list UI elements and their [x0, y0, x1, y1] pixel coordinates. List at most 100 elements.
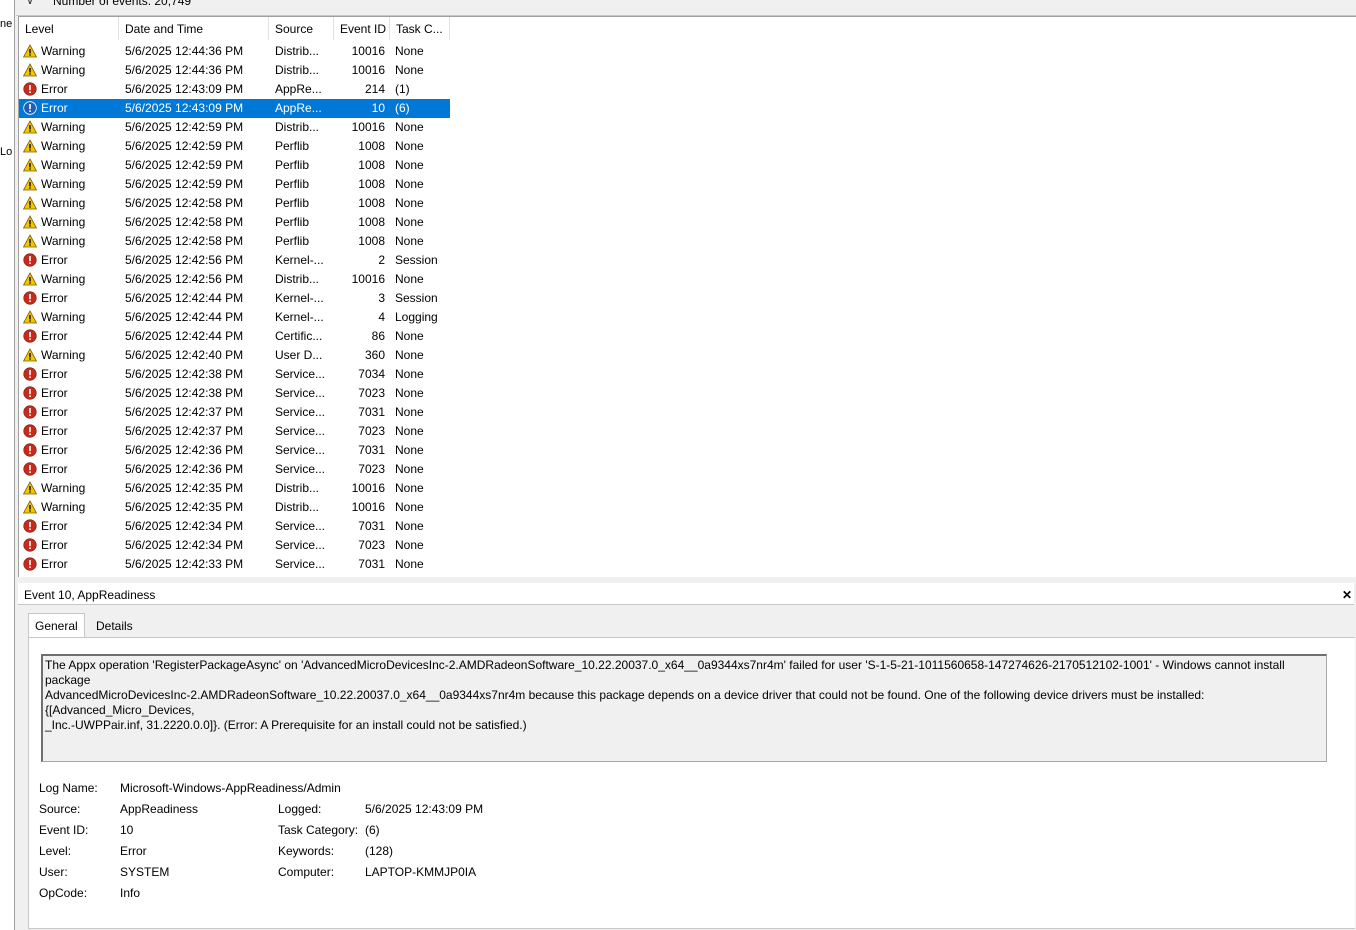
row-level: Error	[41, 538, 68, 552]
row-event-id: 7023	[358, 538, 385, 552]
table-row[interactable]: Warning 5/6/2025 12:42:59 PM Perflib 1008 No…	[19, 137, 450, 156]
row-level: Warning	[41, 272, 86, 286]
table-row[interactable]: Error 5/6/2025 12:42:38 PM Service... 7034 N…	[19, 365, 450, 384]
row-task-category: None	[395, 386, 424, 400]
navigation-pane-edge: ne Lo	[0, 0, 15, 930]
table-row[interactable]: Warning 5/6/2025 12:42:58 PM Perflib 1008 No…	[19, 194, 450, 213]
tab-details[interactable]: Details	[90, 615, 139, 637]
table-row[interactable]: Warning 5/6/2025 12:42:59 PM Distrib... 100…	[19, 118, 450, 137]
table-row[interactable]: Error 5/6/2025 12:42:34 PM Service... 7023 N…	[19, 536, 450, 555]
row-event-id: 1008	[358, 177, 385, 191]
table-row[interactable]: Warning 5/6/2025 12:42:35 PM Distrib... 100…	[19, 479, 450, 498]
row-date: 5/6/2025 12:42:58 PM	[125, 196, 244, 210]
row-date: 5/6/2025 12:42:34 PM	[125, 538, 244, 552]
error-icon	[23, 327, 39, 346]
computer-label: Computer:	[278, 865, 335, 879]
table-row[interactable]: Error 5/6/2025 12:42:44 PM Kernel-... 3 Sess…	[19, 289, 450, 308]
row-task-category: Session	[395, 291, 438, 305]
level-label: Level:	[39, 844, 72, 858]
opcode-label: OpCode:	[39, 886, 88, 900]
row-event-id: 1008	[358, 158, 385, 172]
event-list-header: Level Date and Time Source Event ID Task…	[19, 17, 451, 40]
table-row[interactable]: Error 5/6/2025 12:42:36 PM Service... 7031 N…	[19, 441, 450, 460]
warning-icon	[23, 479, 39, 498]
source-label: Source:	[39, 802, 81, 816]
event-description[interactable]: The Appx operation 'RegisterPackageAsync…	[41, 654, 1327, 762]
level-value: Error	[120, 844, 147, 858]
row-task-category: None	[395, 443, 424, 457]
row-level: Error	[41, 405, 68, 419]
table-row[interactable]: Warning 5/6/2025 12:42:40 PM User D... 360 N…	[19, 346, 450, 365]
row-event-id: 10016	[351, 500, 385, 514]
column-header-level[interactable]: Level	[19, 17, 119, 40]
table-row[interactable]: Error 5/6/2025 12:42:37 PM Service... 7023 N…	[19, 422, 450, 441]
table-row[interactable]: Warning 5/6/2025 12:42:59 PM Perflib 1008 No…	[19, 156, 450, 175]
row-task-category: None	[395, 348, 424, 362]
warning-icon	[23, 175, 39, 194]
table-row[interactable]: Error 5/6/2025 12:42:56 PM Kernel-... 2 Sess…	[19, 251, 450, 270]
table-row-selected[interactable]: Error 5/6/2025 12:43:09 PM AppRe... 10 (6)	[19, 99, 450, 118]
row-date: 5/6/2025 12:42:58 PM	[125, 215, 244, 229]
row-level: Warning	[41, 348, 86, 362]
row-level: Warning	[41, 158, 86, 172]
row-date: 5/6/2025 12:42:35 PM	[125, 481, 244, 495]
user-value: SYSTEM	[120, 865, 170, 879]
table-row[interactable]: Error 5/6/2025 12:42:33 PM Service... 7031 N…	[19, 555, 450, 574]
table-row[interactable]: Error 5/6/2025 12:43:09 PM AppRe... 214 (1)	[19, 80, 450, 99]
column-header-event-id[interactable]: Event ID	[334, 17, 390, 40]
row-event-id: 1008	[358, 139, 385, 153]
row-level: Error	[41, 519, 68, 533]
table-row[interactable]: Warning 5/6/2025 12:42:58 PM Perflib 1008 No…	[19, 232, 450, 251]
tab-general[interactable]: General	[28, 613, 85, 637]
event-id-value: 10	[120, 823, 134, 837]
source-value: AppReadiness	[120, 802, 199, 816]
general-tab-panel: The Appx operation 'RegisterPackageAsync…	[28, 637, 1355, 929]
table-row[interactable]: Error 5/6/2025 12:42:34 PM Service... 7031 N…	[19, 517, 450, 536]
row-event-id: 10016	[351, 63, 385, 77]
row-event-id: 3	[378, 291, 385, 305]
table-row[interactable]: Warning 5/6/2025 12:42:58 PM Perflib 1008 No…	[19, 213, 450, 232]
row-event-id: 2	[378, 253, 385, 267]
column-header-task-category[interactable]: Task C...	[390, 17, 450, 40]
table-row[interactable]: Warning 5/6/2025 12:42:44 PM Kernel-... 4 Lo…	[19, 308, 450, 327]
row-date: 5/6/2025 12:44:36 PM	[125, 44, 244, 58]
row-task-category: None	[395, 272, 424, 286]
row-level: Error	[41, 101, 68, 115]
row-event-id: 7034	[358, 367, 385, 381]
close-icon[interactable]: ✕	[1342, 583, 1352, 607]
row-level: Error	[41, 462, 68, 476]
row-date: 5/6/2025 12:42:36 PM	[125, 443, 244, 457]
opcode-value: Info	[120, 886, 141, 900]
event-detail-title-text: Event 10, AppReadiness	[24, 588, 156, 602]
row-task-category: None	[395, 538, 424, 552]
table-row[interactable]: Warning 5/6/2025 12:42:35 PM Distrib... 100…	[19, 498, 450, 517]
table-row[interactable]: Warning 5/6/2025 12:44:36 PM Distrib... 100…	[19, 42, 450, 61]
row-task-category: None	[395, 500, 424, 514]
table-row[interactable]: Error 5/6/2025 12:42:38 PM Service... 7023 N…	[19, 384, 450, 403]
table-row[interactable]: Error 5/6/2025 12:42:44 PM Certific... 86 No…	[19, 327, 450, 346]
task-category-value: (6)	[365, 823, 380, 837]
event-count-text: Number of events: 20,749	[53, 0, 192, 8]
table-row[interactable]: Error 5/6/2025 12:42:36 PM Service... 7023 N…	[19, 460, 450, 479]
description-line: _Inc.-UWPPair.inf, 31.2220.0.0]}. (Error…	[45, 718, 527, 732]
row-date: 5/6/2025 12:42:44 PM	[125, 329, 244, 343]
table-row[interactable]: Error 5/6/2025 12:42:37 PM Service... 7031 N…	[19, 403, 450, 422]
row-event-id: 7031	[358, 557, 385, 571]
row-task-category: None	[395, 329, 424, 343]
row-level: Error	[41, 82, 68, 96]
table-row[interactable]: Warning 5/6/2025 12:42:56 PM Distrib... 100…	[19, 270, 450, 289]
row-date: 5/6/2025 12:42:38 PM	[125, 367, 244, 381]
column-header-date[interactable]: Date and Time	[119, 17, 269, 40]
table-row[interactable]: Warning 5/6/2025 12:44:36 PM Distrib... 100…	[19, 61, 450, 80]
row-date: 5/6/2025 12:42:36 PM	[125, 462, 244, 476]
event-list[interactable]: Level Date and Time Source Event ID Task…	[18, 16, 1356, 578]
row-event-id: 214	[364, 82, 385, 96]
table-row[interactable]: Warning 5/6/2025 12:42:59 PM Perflib 1008 No…	[19, 175, 450, 194]
row-date: 5/6/2025 12:43:09 PM	[125, 82, 244, 96]
logged-label: Logged:	[278, 802, 322, 816]
row-level: Warning	[41, 63, 86, 77]
row-event-id: 360	[364, 348, 385, 362]
column-header-source[interactable]: Source	[269, 17, 334, 40]
error-icon	[23, 99, 39, 118]
row-event-id: 10016	[351, 120, 385, 134]
